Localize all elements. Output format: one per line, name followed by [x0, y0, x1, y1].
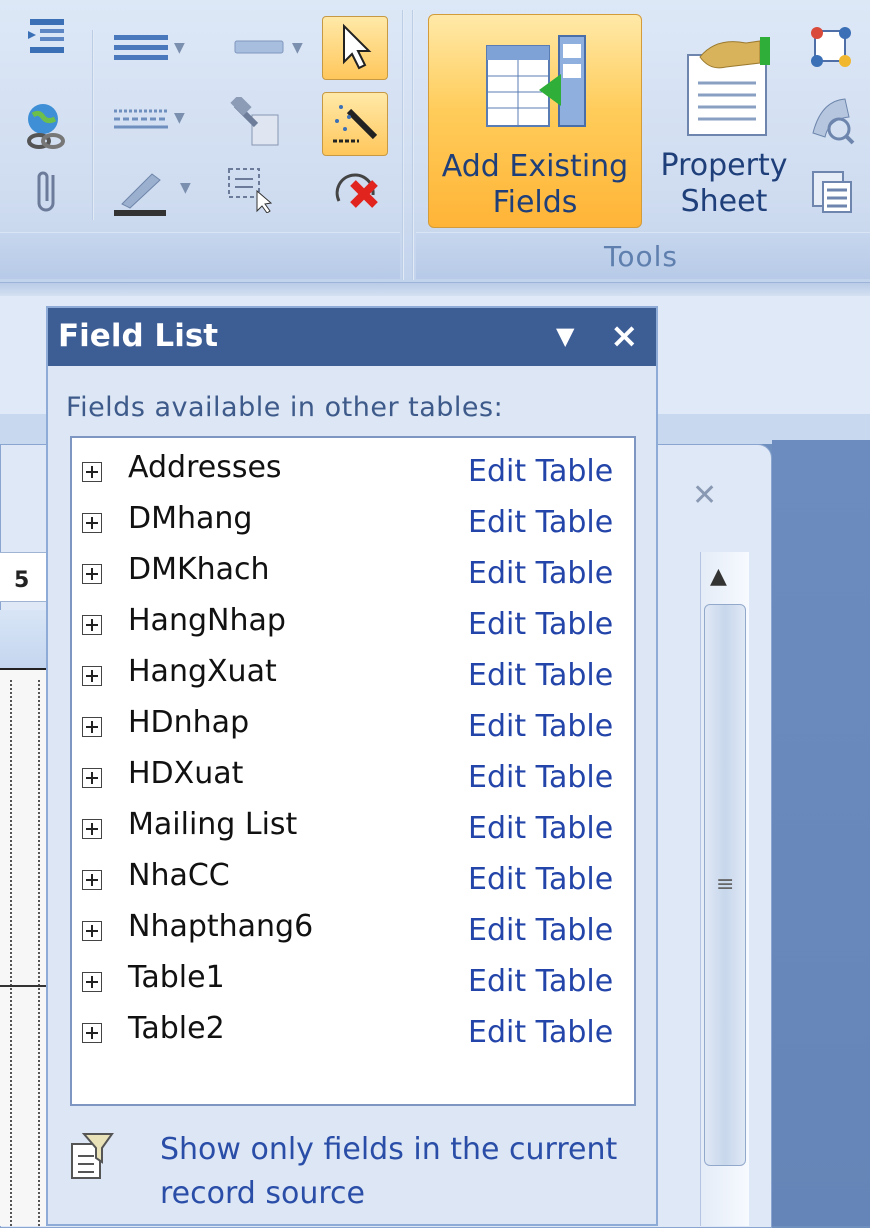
table-name[interactable]: NhaCC — [128, 858, 230, 893]
table-name[interactable]: Nhapthang6 — [128, 909, 313, 944]
ribbon-separator — [92, 30, 94, 220]
filter-icon[interactable] — [68, 1114, 114, 1184]
expand-plus-icon[interactable] — [82, 1023, 102, 1043]
field-list-title-bar[interactable]: Field List ▼ × — [48, 308, 656, 366]
list-item[interactable]: Mailing List Edit Table — [72, 807, 632, 851]
list-item[interactable]: Table2 Edit Table — [72, 1011, 632, 1055]
property-sheet-label-2: Sheet — [680, 184, 768, 219]
list-item[interactable]: HDXuat Edit Table — [72, 756, 632, 800]
table-name[interactable]: DMhang — [128, 501, 252, 536]
edit-table-link[interactable]: Edit Table — [468, 862, 613, 897]
show-only-current-fields-link[interactable]: Show only fields in the current record s… — [160, 1128, 640, 1216]
line-type-icon[interactable] — [112, 104, 172, 134]
line-thickness-icon[interactable] — [112, 30, 172, 66]
table-list: Addresses Edit Table DMhang Edit Table D… — [70, 436, 636, 1106]
list-item[interactable]: HangXuat Edit Table — [72, 654, 632, 698]
expand-plus-icon[interactable] — [82, 921, 102, 941]
property-sheet-button[interactable]: Property Sheet — [652, 14, 796, 226]
special-effect-dropdown-icon[interactable]: ▼ — [292, 40, 303, 56]
view-code-icon[interactable] — [806, 164, 856, 218]
edit-table-link[interactable]: Edit Table — [468, 811, 613, 846]
edit-table-link[interactable]: Edit Table — [468, 505, 613, 540]
line-thickness-dropdown-icon[interactable]: ▼ — [174, 40, 185, 56]
workspace-background — [772, 440, 870, 1226]
select-all-icon[interactable] — [224, 164, 276, 214]
property-sheet-icon — [674, 32, 778, 138]
table-name[interactable]: HDnhap — [128, 705, 249, 740]
expand-plus-icon[interactable] — [82, 615, 102, 635]
list-item[interactable]: DMhang Edit Table — [72, 501, 632, 545]
table-name[interactable]: HDXuat — [128, 756, 243, 791]
line-color-dropdown-icon[interactable]: ▼ — [180, 180, 191, 196]
expand-plus-icon[interactable] — [82, 513, 102, 533]
special-effect-icon[interactable] — [232, 34, 288, 60]
ribbon-bottom-edge — [0, 282, 870, 297]
table-name[interactable]: HangNhap — [128, 603, 286, 638]
field-list-title: Field List — [58, 318, 219, 354]
list-item[interactable]: HangNhap Edit Table — [72, 603, 632, 647]
expand-plus-icon[interactable] — [82, 717, 102, 737]
hyperlink-icon[interactable] — [20, 100, 72, 152]
edit-table-link[interactable]: Edit Table — [468, 454, 613, 489]
controls-group-label-bar — [0, 232, 400, 279]
table-name[interactable]: DMKhach — [128, 552, 270, 587]
tab-order-icon[interactable] — [806, 22, 856, 72]
expand-plus-icon[interactable] — [82, 870, 102, 890]
insert-page-numbers-icon[interactable] — [22, 14, 70, 64]
list-item[interactable]: HDnhap Edit Table — [72, 705, 632, 749]
ruler-number: 5 — [14, 568, 30, 593]
pointer-arrow-icon — [332, 20, 376, 74]
list-item[interactable]: Nhapthang6 Edit Table — [72, 909, 632, 953]
table-name[interactable]: Table1 — [128, 960, 225, 995]
expand-plus-icon[interactable] — [82, 768, 102, 788]
set-control-defaults-icon[interactable] — [228, 96, 288, 152]
add-existing-fields-label-1: Add Existing — [441, 149, 629, 184]
fields-available-label: Fields available in other tables: — [66, 392, 504, 423]
grid-dotted-line — [10, 680, 12, 1226]
remove-layout-icon[interactable] — [330, 164, 384, 216]
list-item[interactable]: DMKhach Edit Table — [72, 552, 632, 596]
table-name[interactable]: Table2 — [128, 1011, 225, 1046]
close-document-icon[interactable]: ✕ — [692, 478, 717, 513]
add-existing-fields-label-2: Fields — [492, 185, 578, 220]
property-sheet-label-1: Property — [660, 148, 788, 183]
add-existing-fields-button[interactable]: Add Existing Fields — [428, 14, 642, 228]
line-color-icon[interactable] — [112, 168, 172, 218]
scroll-up-arrow-icon[interactable]: ▲ — [710, 564, 727, 589]
edit-table-link[interactable]: Edit Table — [468, 913, 613, 948]
ribbon: Tools ▼ ▼ ▼ ▼ Add Existing Fields Proper… — [0, 0, 870, 282]
add-existing-fields-icon — [479, 29, 591, 139]
group-separator — [412, 10, 414, 280]
grid-dotted-line — [38, 680, 40, 1226]
table-name[interactable]: Mailing List — [128, 807, 297, 842]
list-item[interactable]: NhaCC Edit Table — [72, 858, 632, 902]
group-separator — [402, 10, 404, 280]
list-item[interactable]: Addresses Edit Table — [72, 450, 632, 494]
expand-plus-icon[interactable] — [82, 666, 102, 686]
scrollbar-grip-icon: ≡ — [716, 872, 735, 897]
pane-close-icon[interactable]: × — [610, 316, 639, 356]
edit-table-link[interactable]: Edit Table — [468, 709, 613, 744]
edit-table-link[interactable]: Edit Table — [468, 658, 613, 693]
edit-table-link[interactable]: Edit Table — [468, 556, 613, 591]
edit-table-link[interactable]: Edit Table — [468, 760, 613, 795]
expand-plus-icon[interactable] — [82, 819, 102, 839]
expand-plus-icon[interactable] — [82, 972, 102, 992]
control-wizard-icon — [328, 96, 380, 150]
table-name[interactable]: Addresses — [128, 450, 282, 485]
subform-icon[interactable] — [806, 92, 856, 146]
edit-table-link[interactable]: Edit Table — [468, 1015, 613, 1050]
expand-plus-icon[interactable] — [82, 564, 102, 584]
field-list-pane: Field List ▼ × Fields available in other… — [46, 306, 658, 1226]
line-type-dropdown-icon[interactable]: ▼ — [174, 110, 185, 126]
expand-plus-icon[interactable] — [82, 462, 102, 482]
pane-menu-dropdown-icon[interactable]: ▼ — [556, 322, 574, 350]
edit-table-link[interactable]: Edit Table — [468, 607, 613, 642]
list-item[interactable]: Table1 Edit Table — [72, 960, 632, 1004]
tools-group-label: Tools — [604, 240, 678, 273]
edit-table-link[interactable]: Edit Table — [468, 964, 613, 999]
table-name[interactable]: HangXuat — [128, 654, 277, 689]
attachment-icon[interactable] — [28, 166, 68, 218]
